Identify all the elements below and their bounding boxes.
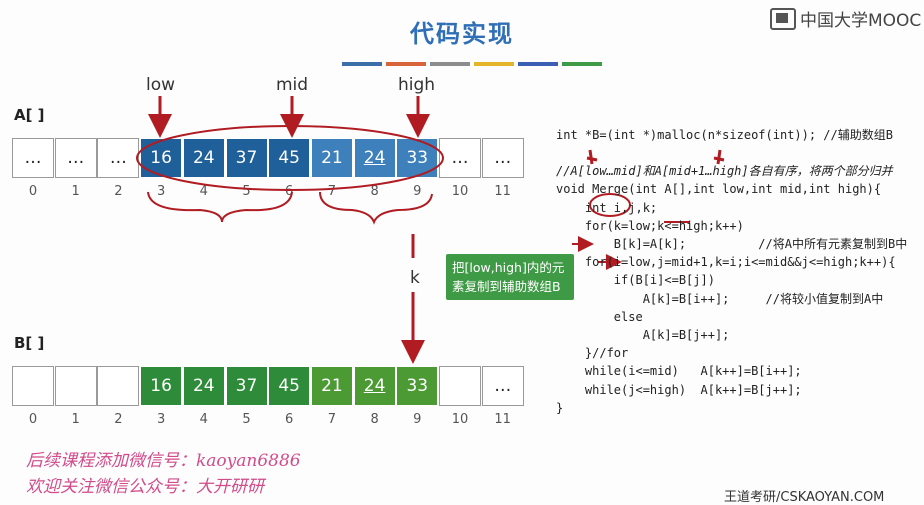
footer-official-account: 欢迎关注微信公众号：大开研研 xyxy=(26,477,264,497)
code-line: else xyxy=(556,309,643,324)
code-line: int *B=(int *)malloc(n*sizeof(int)); //辅… xyxy=(556,128,893,142)
code-line: B[k]=A[k]; //将A中所有元素复制到B中 xyxy=(556,237,908,252)
left-brace xyxy=(147,191,293,223)
code-line: for(i=low,j=mid+1,k=i;i<=mid&&j<=high;k+… xyxy=(556,255,896,270)
code-line: }//for xyxy=(556,346,629,361)
code-comment: //A[low…mid]和A[mid+1…high]各自有序，将两个部分归并 xyxy=(556,164,893,179)
range-ellipse xyxy=(136,125,444,191)
code-line: void Merge(int A[],int low,int mid,int h… xyxy=(556,182,882,197)
watermark: 王道考研/CSKAOYAN.COM xyxy=(724,490,885,505)
code-line: while(j<=high) A[k++]=B[j++]; xyxy=(556,382,802,397)
code-line: for(k=low;k<=high;k++) xyxy=(556,218,744,233)
code-line: if(B[i]<=B[j]) xyxy=(556,273,715,288)
code-line: while(i<=mid) A[k++]=B[i++]; xyxy=(556,364,802,379)
footer-wechat: 后续课程添加微信号：kaoyan6886 xyxy=(26,451,301,471)
code-line: } xyxy=(556,400,564,415)
code-line: int i,j,k; xyxy=(556,200,658,215)
callout-note: 把[low,high]内的元素复制到辅助数组B xyxy=(446,254,574,300)
code-line: A[k]=B[i++]; //将较小值复制到A中 xyxy=(556,291,884,306)
code-line: A[k]=B[j++]; xyxy=(556,328,730,343)
code-block: int *B=(int *)malloc(n*sizeof(int)); //辅… xyxy=(556,126,907,417)
right-brace xyxy=(319,191,433,225)
